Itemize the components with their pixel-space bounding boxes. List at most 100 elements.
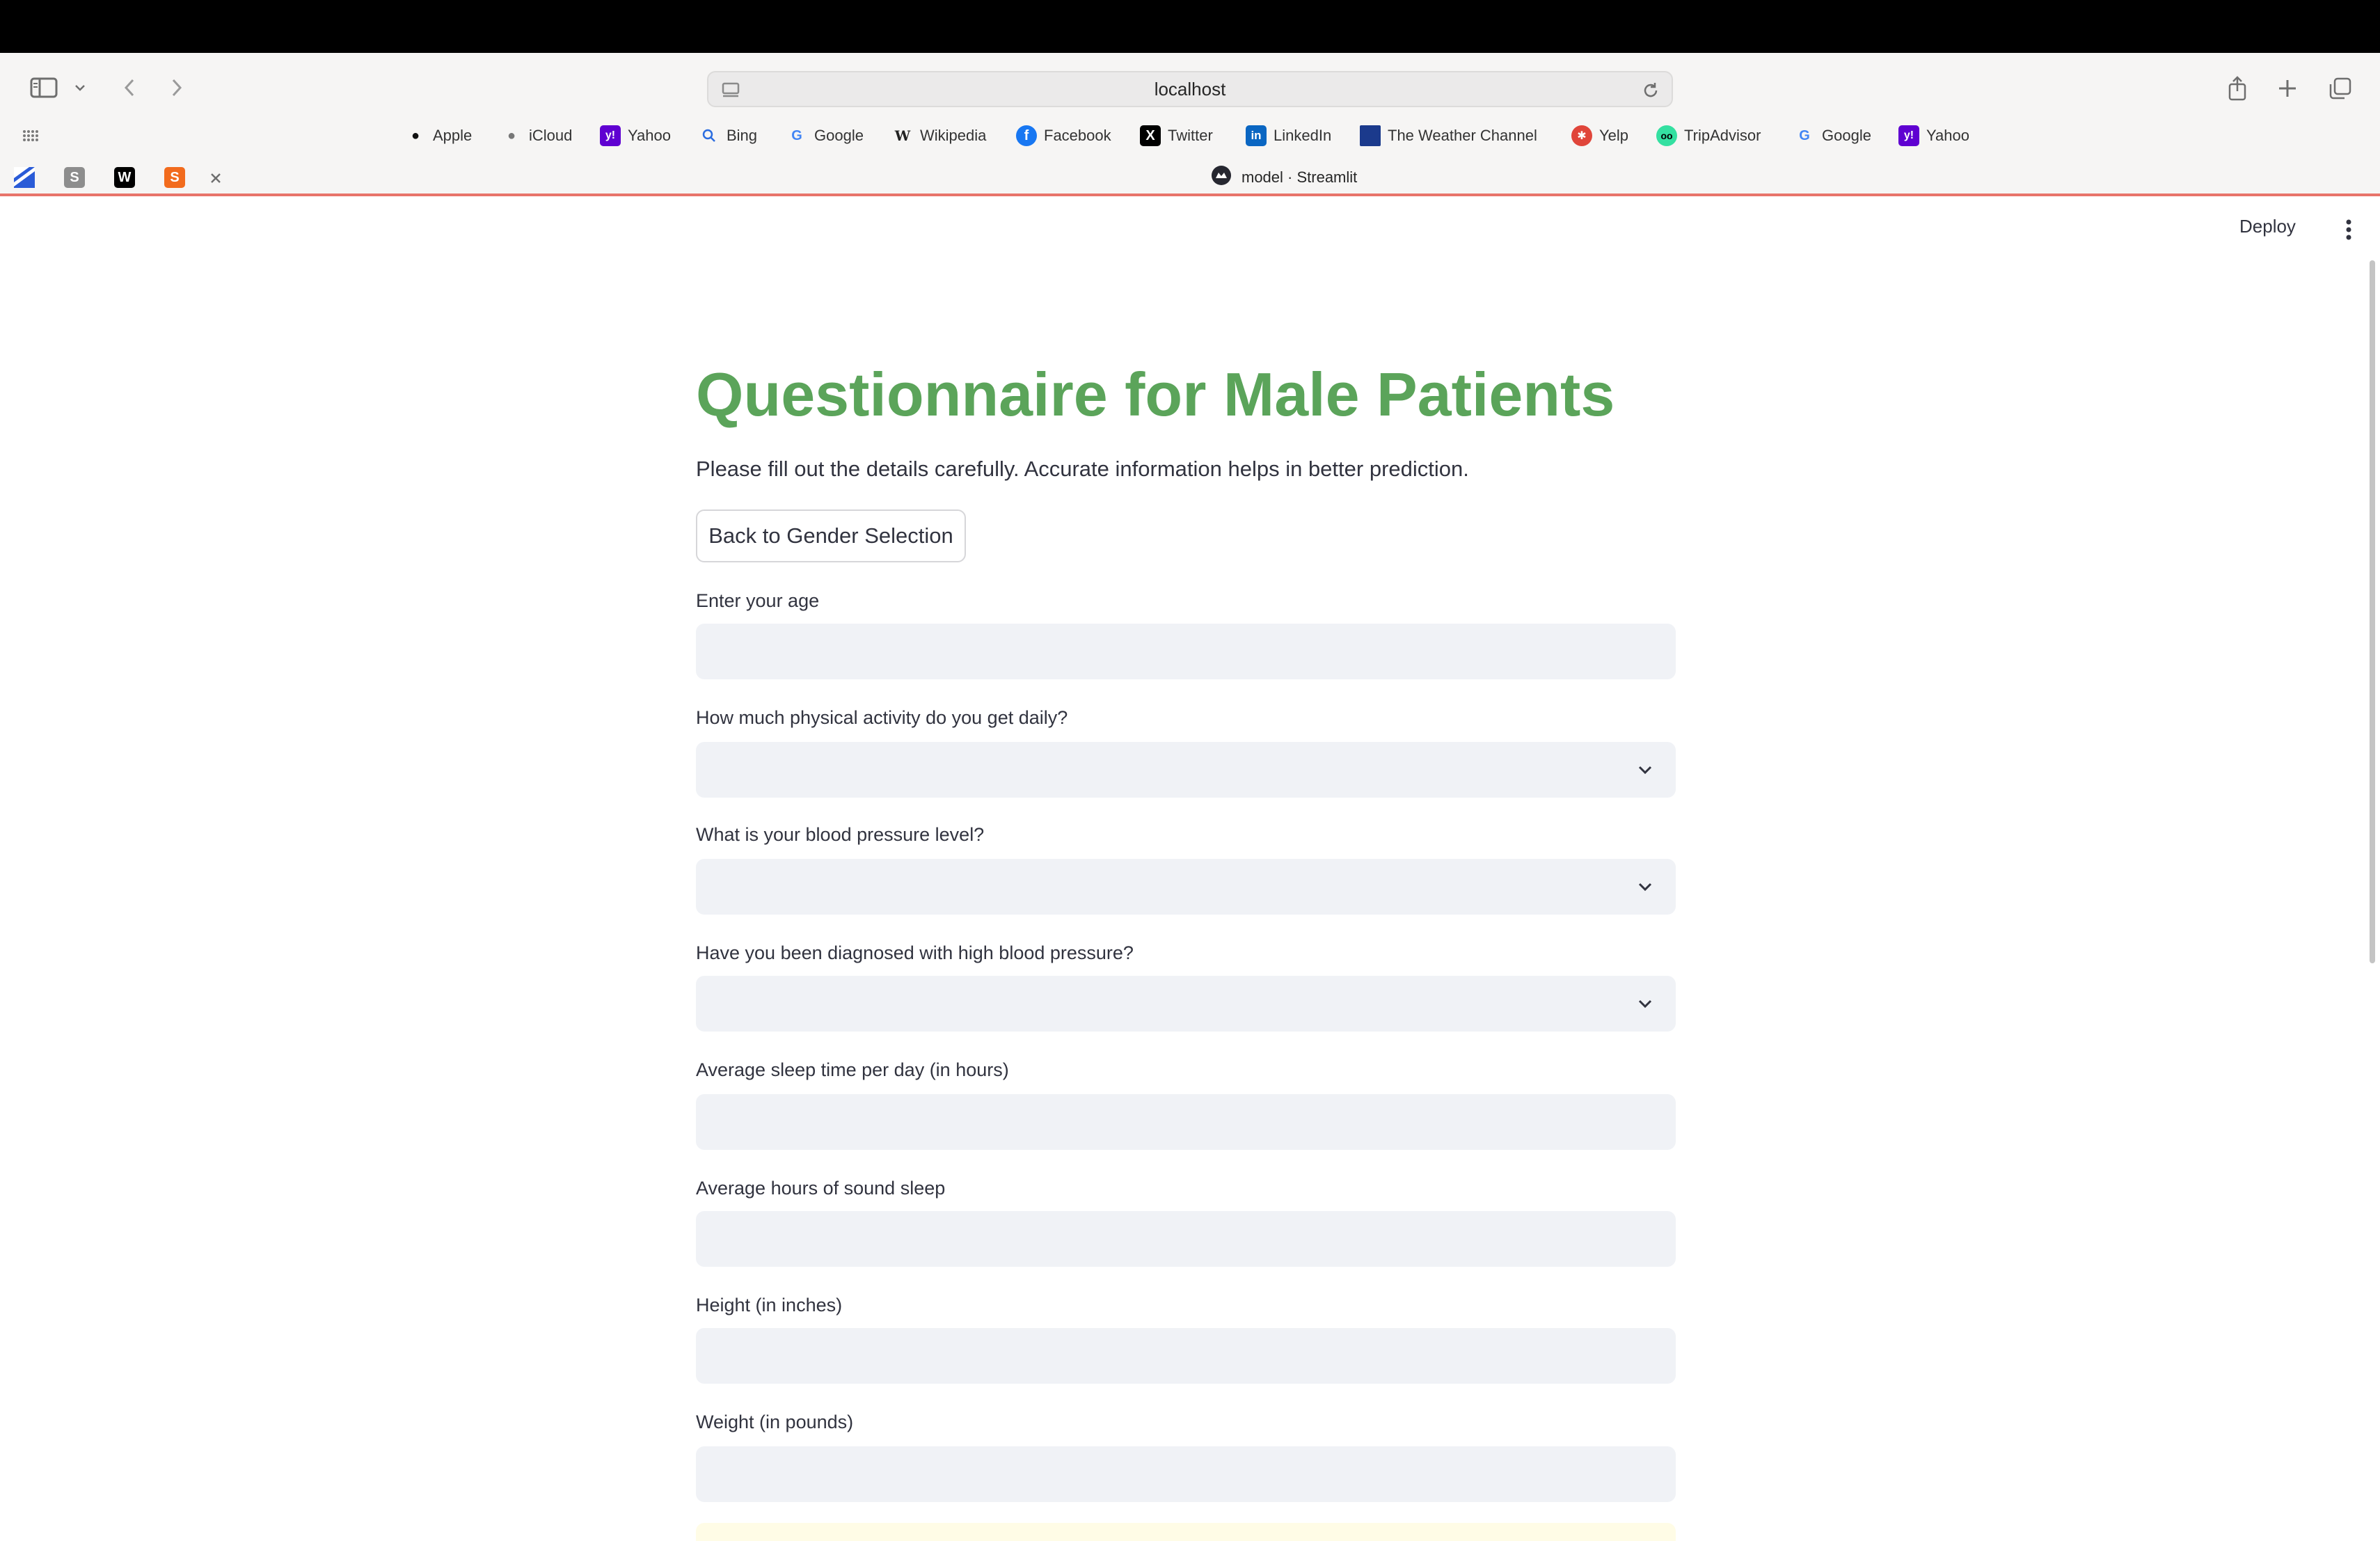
forward-icon[interactable] [164,74,189,102]
bookmark-label: Google [1822,127,1871,144]
yahoo-icon: y! [600,125,621,146]
bookmark-label: LinkedIn [1274,127,1332,144]
physical-activity-label: How much physical activity do you get da… [696,707,1068,728]
bookmark-label: Yelp [1599,127,1629,144]
apple-icon: ● [507,127,516,143]
chevron-down-icon [1638,883,1652,892]
sleep-time-label: Average sleep time per day (in hours) [696,1059,1009,1080]
address-bar[interactable]: localhost [707,71,1673,107]
chevron-down-icon [1638,999,1652,1009]
bp-level-label: What is your blood pressure level? [696,824,985,845]
height-label: Height (in inches) [696,1295,843,1315]
sleep-time-input-box[interactable] [696,1094,1676,1150]
google-icon: G [1799,127,1810,143]
weight-label: Weight (in pounds) [696,1412,854,1432]
tab-strip: S W S model · Streamlit [0,159,2380,196]
bookmark-yelp[interactable]: ✱ Yelp [1571,124,1628,148]
tab-overview-icon[interactable] [2323,71,2358,106]
url-text: localhost [1154,78,1226,100]
reload-icon[interactable] [1641,81,1660,104]
height-input[interactable] [696,1328,1676,1384]
height-input-box[interactable] [696,1328,1676,1384]
bookmarks-bar: ● Apple ● iCloud y! Yahoo Bing G Google … [0,121,2380,150]
bookmark-label: iCloud [529,127,573,144]
bookmark-label: The Weather Channel [1388,127,1537,144]
bookmark-linkedin[interactable]: in LinkedIn [1246,124,1331,148]
chevron-down-icon [1638,766,1652,775]
apple-icon: ● [411,127,420,143]
age-input-box[interactable] [696,624,1676,679]
bookmark-facebook[interactable]: f Facebook [1016,124,1111,148]
sidebar-toggle-icon[interactable] [26,74,61,102]
bookmark-label: Yahoo [628,127,671,144]
bookmark-apple[interactable]: ● Apple [405,124,472,148]
main-menu-icon[interactable] [2338,216,2359,244]
x-icon: X [1140,125,1161,146]
physical-activity-select[interactable] [696,742,1676,798]
share-icon[interactable] [2220,71,2255,106]
bookmark-label: Twitter [1168,127,1213,144]
sound-sleep-input[interactable] [696,1211,1676,1267]
bookmark-weather-channel[interactable]: The Weather Channel [1360,124,1537,148]
weight-input-box[interactable] [696,1446,1676,1502]
new-tab-icon[interactable] [2270,71,2305,106]
facebook-icon: f [1016,125,1037,146]
pinned-tab-4[interactable]: S [150,163,199,192]
tab-title-text: model · Streamlit [1241,168,1358,186]
system-menubar [0,0,2380,53]
bookmark-yahoo-2[interactable]: y! Yahoo [1898,124,1969,148]
bookmark-google-2[interactable]: G Google [1794,124,1871,148]
weather-channel-icon [1360,125,1381,146]
streamlit-icon [1211,165,1232,190]
scrollbar[interactable] [2370,260,2375,963]
back-to-gender-selection-button[interactable]: Back to Gender Selection [696,509,966,562]
tripadvisor-icon: oo [1656,125,1677,146]
bookmark-icloud[interactable]: ● iCloud [501,124,572,148]
bp-level-select[interactable] [696,859,1676,915]
yelp-icon: ✱ [1571,125,1592,146]
bookmark-bing[interactable]: Bing [699,124,757,148]
active-tab[interactable]: model · Streamlit [1211,166,1357,189]
chevron-down-icon[interactable] [70,79,90,96]
google-icon: G [791,127,802,143]
high-bp-select[interactable] [696,976,1676,1032]
high-bp-label: Have you been diagnosed with high blood … [696,942,1134,963]
page-subtitle: Please fill out the details carefully. A… [696,457,1469,481]
bookmark-tripadvisor[interactable]: oo TripAdvisor [1656,124,1761,148]
bookmark-label: Yahoo [1926,127,1969,144]
bookmark-twitter[interactable]: X Twitter [1140,124,1213,148]
weight-input[interactable] [696,1446,1676,1502]
yahoo-icon: y! [1898,125,1919,146]
age-label: Enter your age [696,590,820,611]
pinned-site-icon: S [64,167,85,188]
sound-sleep-input-box[interactable] [696,1211,1676,1267]
site-settings-icon[interactable] [721,81,740,104]
back-icon[interactable] [117,74,142,102]
linkedin-icon: in [1246,125,1267,146]
close-tab-icon[interactable] [206,168,225,188]
bookmark-google[interactable]: G Google [786,124,864,148]
bookmark-label: Facebook [1044,127,1111,144]
bookmark-label: Wikipedia [920,127,987,144]
bookmark-label: Bing [727,127,758,144]
pinned-tab-3[interactable]: W [100,163,149,192]
age-input[interactable] [696,624,1676,679]
page-title: Questionnaire for Male Patients [696,360,1615,429]
pinned-site-icon [14,167,35,188]
pinned-tab-2[interactable]: S [50,163,99,192]
pinned-site-icon: W [114,167,135,188]
browser-chrome: localhost ● Apple ● iCloud y! Yahoo Bing… [0,53,2380,196]
sleep-time-input[interactable] [696,1094,1676,1150]
pinned-tab-1[interactable] [0,163,49,192]
bookmark-label: Google [814,127,864,144]
bookmark-label: Apple [433,127,473,144]
deploy-button[interactable]: Deploy [2239,216,2296,237]
apps-grid-icon[interactable] [21,127,42,145]
pinned-site-icon: S [164,167,185,188]
bookmark-yahoo[interactable]: y! Yahoo [600,124,671,148]
info-box-partial [696,1523,1676,1541]
bookmark-wikipedia[interactable]: W Wikipedia [892,124,987,148]
bookmark-label: TripAdvisor [1684,127,1761,144]
sound-sleep-label: Average hours of sound sleep [696,1178,946,1199]
wikipedia-icon: W [894,127,911,144]
